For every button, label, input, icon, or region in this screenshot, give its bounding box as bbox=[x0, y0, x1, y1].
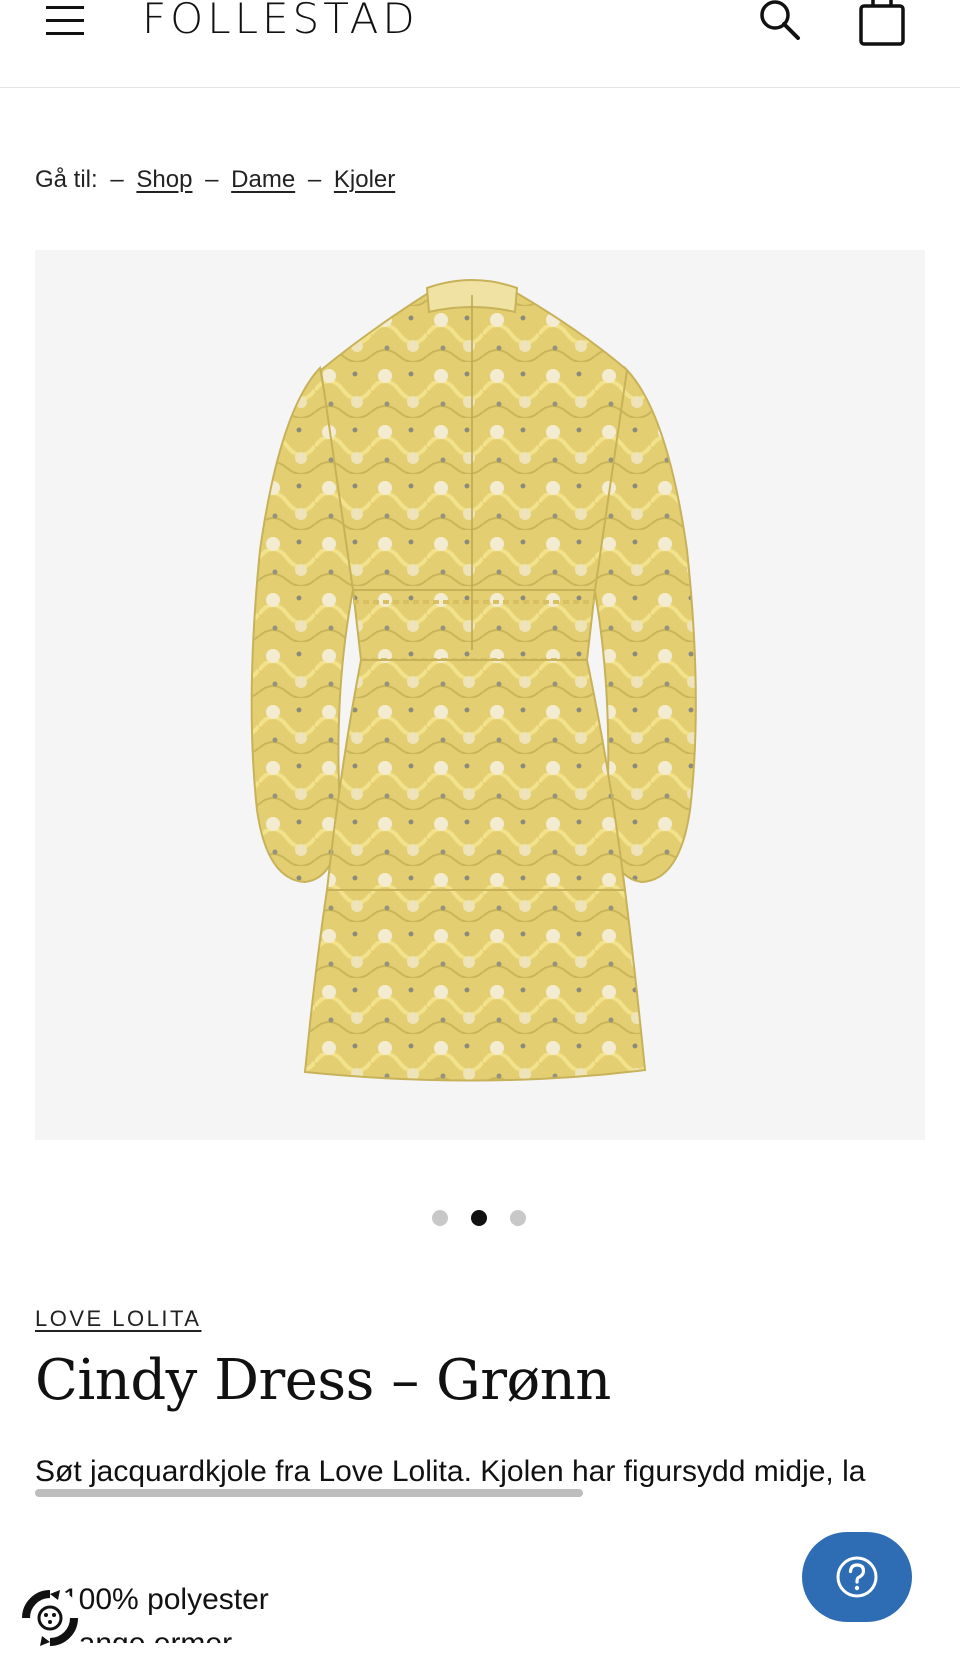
breadcrumb-link-kjoler[interactable]: Kjoler bbox=[334, 166, 395, 193]
product-title: Cindy Dress – Grønn bbox=[35, 1348, 611, 1413]
shopping-bag-icon[interactable] bbox=[856, 0, 908, 48]
breadcrumb-prefix: Gå til: bbox=[35, 166, 98, 193]
description-scrollbar[interactable] bbox=[35, 1489, 583, 1497]
gallery-pagination bbox=[0, 1210, 960, 1230]
hamburger-menu-icon[interactable] bbox=[44, 2, 88, 38]
feature-item: Lange ermer bbox=[62, 1622, 269, 1643]
site-header: FOLLESTAD bbox=[0, 0, 960, 88]
breadcrumb-separator: – bbox=[205, 166, 219, 193]
gallery-dot-3[interactable] bbox=[510, 1210, 526, 1226]
product-image-dress bbox=[250, 279, 697, 1082]
breadcrumb-link-dame[interactable]: Dame bbox=[231, 166, 295, 193]
gallery-dot-1[interactable] bbox=[432, 1210, 448, 1226]
help-button[interactable] bbox=[802, 1532, 912, 1622]
gallery-dot-2[interactable] bbox=[471, 1210, 487, 1226]
site-logo[interactable]: FOLLESTAD bbox=[142, 0, 419, 43]
breadcrumb-separator: – bbox=[110, 166, 124, 193]
search-icon[interactable] bbox=[758, 0, 802, 40]
question-mark-icon bbox=[836, 1556, 878, 1598]
eco-badge-icon[interactable] bbox=[16, 1584, 84, 1652]
feature-item: 100% polyester bbox=[62, 1583, 269, 1616]
product-description: Søt jacquardkjole fra Love Lolita. Kjole… bbox=[35, 1455, 866, 1488]
product-image-gallery[interactable] bbox=[35, 250, 925, 1140]
breadcrumb-link-shop[interactable]: Shop bbox=[136, 166, 192, 193]
breadcrumb-separator: – bbox=[307, 166, 322, 193]
product-brand-link[interactable]: LOVE LOLITA bbox=[35, 1306, 201, 1332]
breadcrumb: Gå til: – Shop – Dame – Kjoler bbox=[35, 166, 395, 194]
